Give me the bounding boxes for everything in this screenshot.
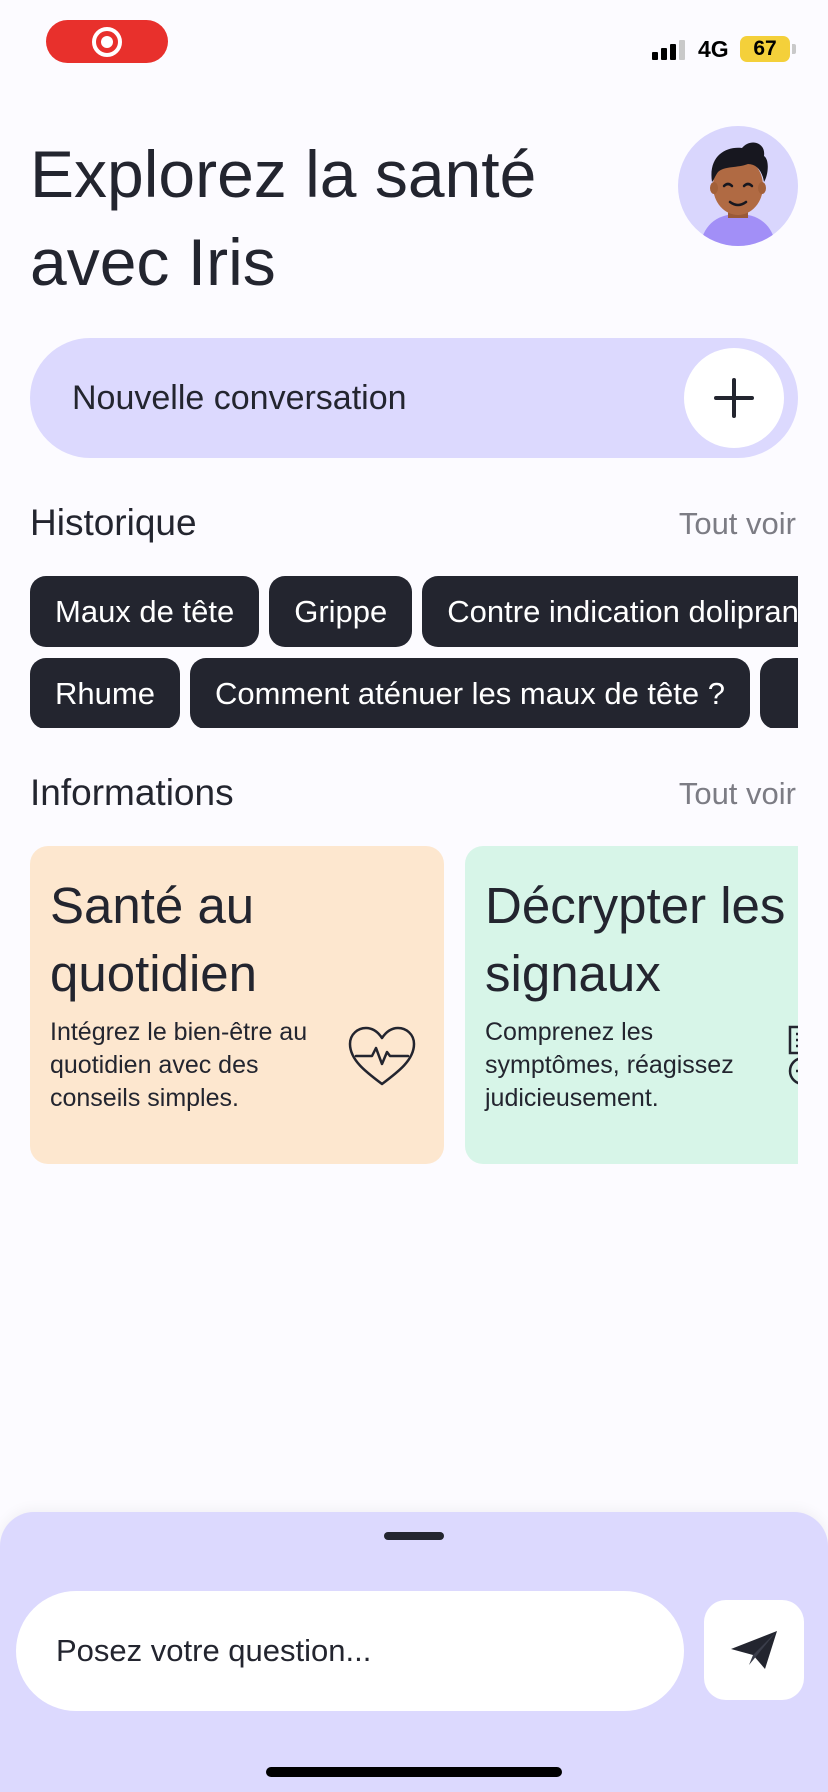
send-button[interactable] xyxy=(704,1600,804,1700)
history-chip[interactable]: Rhume xyxy=(30,658,180,728)
card-title-line: Santé au xyxy=(50,877,255,934)
chip-row: Maux de tête Grippe Contre indication do… xyxy=(30,576,798,647)
history-chip[interactable] xyxy=(759,658,798,728)
battery-cap xyxy=(792,44,796,54)
battery-level: 67 xyxy=(753,37,777,60)
page-title: Explorez la santé avec Iris xyxy=(30,137,537,299)
card-description: Intégrez le bien-être au quotidien avec … xyxy=(50,1018,308,1112)
sheet-drag-handle[interactable] xyxy=(384,1532,444,1540)
network-type: 4G xyxy=(698,36,729,62)
info-card-signals[interactable]: Décrypter les signaux Comprenez les symp… xyxy=(465,846,798,1164)
card-title-line: Décrypter les xyxy=(485,877,786,934)
history-chip[interactable]: Grippe xyxy=(269,576,413,647)
information-see-all-link[interactable]: Tout voir xyxy=(679,776,796,812)
avatar[interactable] xyxy=(678,126,798,246)
new-conversation-label: Nouvelle conversation xyxy=(72,378,407,417)
card-description: Comprenez les symptômes, réagissez judic… xyxy=(485,1018,734,1112)
home-indicator[interactable] xyxy=(266,1767,562,1777)
heart-pulse-icon xyxy=(346,1024,418,1093)
card-title: Santé au quotidien xyxy=(50,872,424,1008)
new-conversation-button[interactable]: Nouvelle conversation xyxy=(30,338,798,458)
card-title-line: quotidien xyxy=(50,945,258,1002)
cellular-signal-icon xyxy=(652,38,685,60)
history-chip[interactable]: Contre indication doliprane xyxy=(422,576,798,647)
info-card-daily-health[interactable]: Santé au quotidien Intégrez le bien-être… xyxy=(30,846,444,1164)
signals-icon xyxy=(787,1024,798,1093)
history-chips: Maux de tête Grippe Contre indication do… xyxy=(30,576,798,728)
card-title-line: signaux xyxy=(485,945,661,1002)
chip-row: Rhume Comment aténuer les maux de tête ? xyxy=(30,658,798,728)
history-chip[interactable]: Maux de tête xyxy=(30,576,260,647)
history-chip[interactable]: Comment aténuer les maux de tête ? xyxy=(189,658,750,728)
history-title: Historique xyxy=(30,502,197,543)
screen-recording-indicator[interactable] xyxy=(46,20,168,63)
card-title: Décrypter les signaux xyxy=(485,872,798,1008)
question-input[interactable] xyxy=(16,1591,684,1711)
record-icon xyxy=(92,26,122,57)
battery-icon: 67 xyxy=(740,36,790,62)
information-title: Informations xyxy=(30,772,234,813)
send-icon xyxy=(731,1631,777,1669)
information-cards: Santé au quotidien Intégrez le bien-être… xyxy=(30,846,798,1164)
composer-sheet xyxy=(0,1512,828,1792)
status-bar: 4G 67 xyxy=(0,0,828,90)
history-see-all-link[interactable]: Tout voir xyxy=(679,506,796,542)
avatar-illustration-icon xyxy=(700,142,776,246)
plus-icon[interactable] xyxy=(684,348,784,448)
